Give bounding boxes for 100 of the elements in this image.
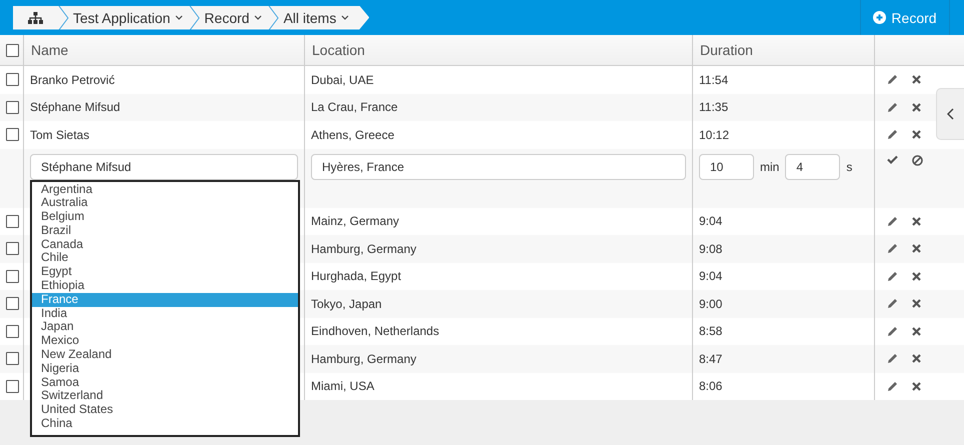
table-cell: Tokyo, Japan bbox=[311, 296, 382, 311]
dropdown-option[interactable]: Egypt bbox=[32, 265, 298, 280]
dropdown-option[interactable]: Ethiopia bbox=[32, 279, 298, 293]
delete-button[interactable] bbox=[912, 382, 921, 391]
delete-button[interactable] bbox=[912, 75, 921, 84]
row-checkbox[interactable] bbox=[6, 297, 19, 310]
dropdown-option[interactable]: Mexico bbox=[32, 334, 298, 348]
name-input[interactable]: Stéphane Mifsud bbox=[30, 154, 298, 180]
dropdown-option[interactable]: Nigeria bbox=[32, 362, 298, 376]
delete-icon bbox=[912, 75, 921, 84]
pencil-icon bbox=[887, 243, 898, 254]
dropdown-option[interactable]: Argentina bbox=[32, 182, 298, 196]
pencil-icon bbox=[887, 353, 898, 364]
row-checkbox[interactable] bbox=[6, 73, 19, 86]
delete-button[interactable] bbox=[912, 272, 921, 281]
save-button[interactable] bbox=[887, 154, 898, 164]
row-checkbox[interactable] bbox=[6, 128, 19, 142]
delete-icon bbox=[912, 272, 921, 281]
table-cell: Athens, Greece bbox=[311, 128, 394, 142]
row-checkbox[interactable] bbox=[6, 270, 19, 283]
breadcrumb-item[interactable]: All items bbox=[280, 6, 356, 30]
minutes-unit: min bbox=[760, 160, 780, 174]
breadcrumb-item[interactable]: Test Application bbox=[70, 6, 190, 30]
dropdown-option[interactable]: Brazil bbox=[32, 224, 298, 238]
dropdown-option[interactable]: China bbox=[32, 417, 298, 431]
dropdown-option[interactable]: Japan bbox=[32, 320, 298, 334]
delete-icon bbox=[912, 326, 921, 336]
pencil-icon bbox=[887, 216, 898, 227]
cancel-icon bbox=[912, 154, 923, 166]
table-cell: Hamburg, Germany bbox=[311, 242, 416, 256]
edit-button[interactable] bbox=[887, 298, 898, 310]
dropdown-option[interactable]: India bbox=[32, 306, 298, 320]
edit-button[interactable] bbox=[887, 380, 898, 392]
breadcrumb-item[interactable]: Record bbox=[201, 6, 268, 30]
delete-icon bbox=[912, 216, 921, 226]
dropdown-option[interactable]: Australia bbox=[32, 196, 298, 210]
location-input[interactable]: Hyères, France bbox=[311, 154, 686, 180]
table-cell: Eindhoven, Netherlands bbox=[311, 324, 440, 338]
table-cell: 11:35 bbox=[699, 100, 728, 114]
edit-button[interactable] bbox=[887, 243, 898, 254]
delete-button[interactable] bbox=[912, 130, 921, 140]
dropdown-option[interactable]: Chile bbox=[32, 251, 298, 266]
column-header: Location bbox=[312, 42, 365, 58]
row-checkbox[interactable] bbox=[6, 100, 19, 114]
edit-button[interactable] bbox=[887, 326, 898, 337]
delete-button[interactable] bbox=[912, 354, 921, 364]
edit-button[interactable] bbox=[887, 216, 898, 227]
edit-button[interactable] bbox=[887, 270, 898, 282]
pencil-icon bbox=[887, 74, 898, 86]
row-checkbox[interactable] bbox=[6, 214, 19, 228]
edit-button[interactable] bbox=[887, 74, 898, 86]
select-all-checkbox[interactable] bbox=[6, 44, 19, 56]
edit-button[interactable] bbox=[887, 129, 898, 140]
table-cell: 10:12 bbox=[699, 128, 730, 142]
pencil-icon bbox=[887, 102, 898, 113]
delete-icon bbox=[912, 244, 921, 254]
table-cell: 8:58 bbox=[699, 324, 722, 338]
check-icon bbox=[887, 154, 898, 164]
minutes-input[interactable]: 10 bbox=[699, 154, 754, 180]
row-checkbox[interactable] bbox=[6, 324, 19, 338]
breadcrumb-separator-icon bbox=[58, 6, 70, 30]
delete-button[interactable] bbox=[912, 244, 921, 254]
dropdown-option[interactable]: Switzerland bbox=[32, 389, 298, 404]
pencil-icon bbox=[887, 129, 898, 140]
table-cell: 9:04 bbox=[699, 269, 722, 284]
table-cell: 9:08 bbox=[699, 242, 722, 256]
table-cell: Mainz, Germany bbox=[311, 214, 400, 228]
dropdown-option[interactable]: Samoa bbox=[32, 376, 298, 390]
edit-button[interactable] bbox=[887, 353, 898, 364]
chevron-left-icon bbox=[947, 108, 954, 120]
seconds-input[interactable]: 4 bbox=[785, 154, 840, 180]
row-checkbox[interactable] bbox=[6, 242, 19, 256]
table-cell: Miami, USA bbox=[311, 379, 374, 394]
edit-button[interactable] bbox=[887, 102, 898, 113]
dropdown-option[interactable]: Canada bbox=[32, 238, 298, 252]
row-checkbox[interactable] bbox=[6, 352, 19, 366]
dropdown-option[interactable]: Belgium bbox=[32, 210, 298, 224]
delete-button[interactable] bbox=[912, 299, 921, 308]
column-header: Duration bbox=[700, 42, 753, 58]
dropdown-option[interactable]: New Zealand bbox=[32, 348, 298, 362]
row-checkbox[interactable] bbox=[6, 380, 19, 393]
table-cell: 9:04 bbox=[699, 214, 722, 228]
table-cell: Hurghada, Egypt bbox=[311, 269, 402, 284]
pencil-icon bbox=[887, 270, 898, 282]
pencil-icon bbox=[887, 298, 898, 310]
delete-icon bbox=[912, 102, 921, 112]
delete-button[interactable] bbox=[912, 216, 921, 226]
table-cell: Stéphane Mifsud bbox=[30, 100, 120, 114]
delete-icon bbox=[912, 299, 921, 308]
seconds-unit: s bbox=[846, 160, 852, 174]
cancel-button[interactable] bbox=[912, 154, 923, 166]
table-cell: Hamburg, Germany bbox=[311, 352, 416, 366]
delete-button[interactable] bbox=[912, 326, 921, 336]
table-cell: 9:00 bbox=[699, 296, 722, 311]
table-cell: 11:54 bbox=[699, 72, 728, 87]
delete-icon bbox=[912, 382, 921, 391]
dropdown-option[interactable]: United States bbox=[32, 403, 298, 418]
breadcrumb-separator-icon bbox=[268, 6, 280, 30]
delete-button[interactable] bbox=[912, 102, 921, 112]
breadcrumb-separator-icon bbox=[189, 6, 202, 30]
